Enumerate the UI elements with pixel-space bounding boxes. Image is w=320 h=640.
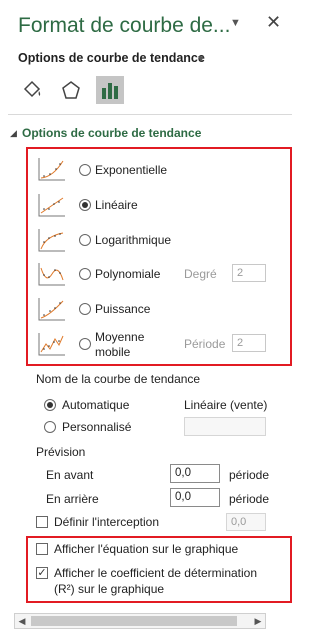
r2-label-line2[interactable]: (R²) sur le graphique — [54, 582, 164, 596]
backward-input[interactable]: 0,0 — [170, 488, 220, 507]
chevron-down-icon[interactable]: ▼ — [230, 17, 241, 29]
radio-automatic[interactable] — [44, 399, 56, 411]
intercept-input[interactable]: 0,0 — [226, 513, 266, 531]
r2-label-line1[interactable]: Afficher le coefficient de détermination — [54, 566, 257, 580]
section-title[interactable]: Options de courbe de tendance — [22, 126, 201, 140]
scroll-left-icon[interactable]: ◀ — [15, 614, 29, 628]
close-icon[interactable]: ✕ — [266, 12, 281, 33]
scroll-right-icon[interactable]: ▶ — [251, 614, 265, 628]
chevron-down-icon[interactable]: ▼ — [196, 54, 206, 65]
label-exponential[interactable]: Exponentielle — [95, 163, 167, 177]
equation-label[interactable]: Afficher l'équation sur le graphique — [54, 542, 238, 556]
label-moving-average-line2[interactable]: mobile — [95, 345, 130, 359]
trend-name-heading: Nom de la courbe de tendance — [36, 372, 201, 386]
custom-name-input[interactable] — [184, 417, 266, 436]
pane-title: Format de courbe de... — [18, 14, 231, 37]
equation-checkbox[interactable] — [36, 543, 48, 555]
exponential-trend-icon — [38, 157, 66, 186]
logarithmic-trend-icon — [38, 228, 66, 257]
label-automatic[interactable]: Automatique — [62, 398, 129, 412]
power-trend-icon — [38, 297, 66, 326]
automatic-name-value: Linéaire (vente) — [184, 398, 268, 412]
options-subheader[interactable]: Options de courbe de tendance — [18, 51, 205, 65]
degree-label: Degré — [184, 267, 217, 281]
radio-logarithmic[interactable] — [79, 234, 91, 246]
tab-fill[interactable] — [18, 76, 46, 104]
radio-custom[interactable] — [44, 421, 56, 433]
r2-checkbox[interactable]: ✓ — [36, 567, 48, 579]
period-stepper[interactable]: 2 — [232, 334, 266, 352]
forward-unit: période — [229, 468, 270, 482]
radio-exponential[interactable] — [79, 164, 91, 176]
label-custom[interactable]: Personnalisé — [62, 420, 131, 434]
label-polynomial[interactable]: Polynomiale — [95, 267, 160, 281]
period-label: Période — [184, 337, 226, 351]
polynomial-trend-icon — [38, 262, 66, 291]
degree-stepper[interactable]: 2 — [232, 264, 266, 282]
radio-polynomial[interactable] — [79, 268, 91, 280]
tab-effects[interactable] — [57, 76, 85, 104]
backward-unit: période — [229, 492, 270, 506]
forward-input[interactable]: 0,0 — [170, 464, 220, 483]
label-moving-average-line1[interactable]: Moyenne — [95, 330, 144, 344]
collapse-caret-icon[interactable]: ◢ — [10, 128, 17, 139]
pentagon-icon — [62, 81, 80, 99]
intercept-label[interactable]: Définir l'interception — [54, 515, 159, 529]
label-linear[interactable]: Linéaire — [95, 198, 138, 212]
intercept-checkbox[interactable] — [36, 516, 48, 528]
backward-label: En arrière — [46, 492, 99, 506]
paint-bucket-icon — [23, 80, 41, 98]
label-logarithmic[interactable]: Logarithmique — [95, 233, 171, 247]
radio-moving-average[interactable] — [79, 338, 91, 350]
forecast-heading: Prévision — [36, 445, 86, 459]
label-power[interactable]: Puissance — [95, 302, 150, 316]
moving-average-icon — [38, 332, 66, 361]
tab-options[interactable] — [96, 76, 124, 104]
bar-chart-icon — [102, 83, 118, 99]
radio-linear[interactable] — [79, 199, 91, 211]
scrollbar-thumb[interactable] — [31, 616, 237, 626]
divider — [8, 114, 292, 115]
linear-trend-icon — [38, 193, 66, 222]
radio-power[interactable] — [79, 303, 91, 315]
forward-label: En avant — [46, 468, 94, 482]
